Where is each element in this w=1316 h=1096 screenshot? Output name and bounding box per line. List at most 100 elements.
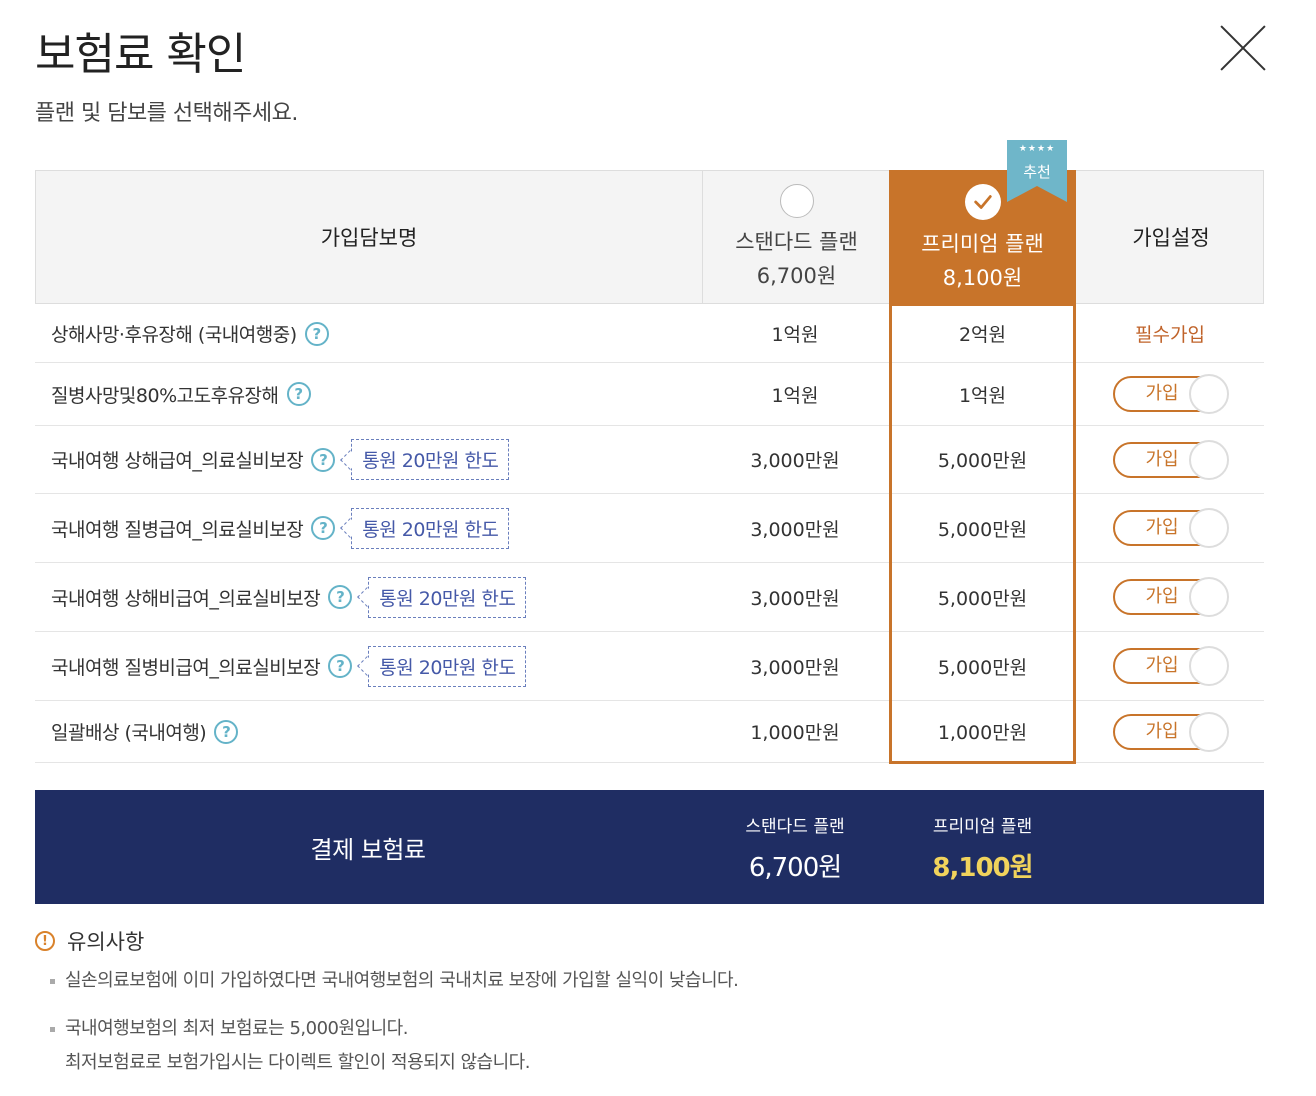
toggle-knob[interactable] [1189,439,1229,480]
help-icon[interactable]: ? [328,585,353,609]
coverage-column-header: 가입담보명 [320,226,418,250]
page-title: 보험료 확인 [35,29,246,80]
notice-title: 유의사항 [67,930,145,954]
coverage-name: 국내여행 상해급여_의료실비보장 [51,450,304,472]
table-row: 상해사망·후유장해 (국내여행중)? 1억원 2억원 필수가입 [35,305,1264,363]
standard-amount: 3,000만원 [750,450,840,472]
standard-amount: 3,000만원 [750,587,840,610]
coverage-name: 질병사망및80%고도후유장해 [51,384,279,407]
notice-text: 최저보험료로 보험가입시는 다이렉트 할인이 적용되지 않습니다. [65,1052,530,1073]
premium-amount: 5,000만원 [937,450,1028,472]
standard-amount: 3,000만원 [750,518,840,541]
enroll-toggle[interactable]: 가입 [1113,711,1229,752]
total-title: 결제 보험료 [310,835,426,864]
total-standard-name: 스탠다드 플랜 [745,817,845,837]
enroll-setting: 가입 [1076,563,1264,631]
enroll-setting: 필수가입 [1076,305,1264,362]
standard-plan-header[interactable]: 스탠다드 플랜 6,700원 [702,171,890,303]
limit-text: 통원 20만원 한도 [351,439,510,480]
coverage-name: 국내여행 질병비급여_의료실비보장 [51,656,321,679]
settings-column-header: 가입설정 [1132,226,1210,250]
table-row: 국내여행 상해급여_의료실비보장? 통원 20만원 한도 3,000만원 5,000만… [35,426,1264,494]
enroll-toggle[interactable]: 가입 [1113,646,1229,686]
toggle-knob[interactable] [1189,577,1229,617]
table-row: 국내여행 질병비급여_의료실비보장? 통원 20만원 한도 3,000만원 5,000… [35,632,1264,701]
enroll-setting: 가입 [1076,701,1264,762]
notice-item: 실손의료보험에 이미 가입하였다면 국내여행보험의 국내치료 보장에 가입할 실… [50,964,739,998]
limit-tooltip: 통원 20만원 한도 [357,645,527,687]
limit-text: 통원 20만원 한도 [368,645,527,687]
premium-plan-name: 프리미엄 플랜 [921,232,1044,256]
help-icon[interactable]: ? [286,382,311,406]
enroll-setting: 가입 [1076,494,1264,562]
bullet-icon [50,978,55,984]
toggle-knob[interactable] [1189,374,1229,414]
limit-tooltip: 통원 20만원 한도 [357,576,527,618]
enroll-toggle[interactable]: 가입 [1113,508,1229,548]
recommend-stars: ★★★★ [1018,144,1056,154]
coverage-name: 상해사망·후유장해 (국내여행중) [51,324,297,346]
warning-icon: ! [35,931,55,951]
table-row: 일괄배상 (국내여행)? 1,000만원 1,000만원 가입 [35,701,1264,763]
premium-amount: 2억원 [958,324,1007,346]
premium-amount: 1,000만원 [937,722,1028,744]
coverage-cell: 질병사망및80%고도후유장해? [51,363,311,425]
coverage-cell: 국내여행 질병급여_의료실비보장? 통원 20만원 한도 [51,494,510,562]
standard-amount: 1,000만원 [750,722,840,744]
limit-tooltip: 통원 20만원 한도 [340,439,510,480]
enroll-setting: 가입 [1076,363,1264,425]
enroll-toggle[interactable]: 가입 [1113,577,1229,617]
help-icon[interactable]: ? [304,321,329,346]
standard-plan-radio[interactable] [779,184,814,218]
total-standard: 스탠다드 플랜 6,700원 [701,812,889,884]
toggle-knob[interactable] [1189,711,1229,752]
required-label: 필수가입 [1135,324,1205,346]
table-header: 가입담보명 스탠다드 플랜 6,700원 가입설정 [35,170,1264,304]
help-icon[interactable]: ? [328,654,353,678]
premium-amount: 5,000만원 [937,518,1028,541]
coverage-cell: 국내여행 상해비급여_의료실비보장? 통원 20만원 한도 [51,563,527,631]
standard-amount: 1억원 [771,324,819,346]
enroll-toggle[interactable]: 가입 [1113,439,1229,480]
help-icon[interactable]: ? [311,447,336,472]
coverage-cell: 국내여행 질병비급여_의료실비보장? 통원 20만원 한도 [51,632,527,700]
notice-text: 실손의료보험에 이미 가입하였다면 국내여행보험의 국내치료 보장에 가입할 실… [65,970,739,991]
coverage-name: 국내여행 상해비급여_의료실비보장 [51,587,321,610]
table-row: 국내여행 상해비급여_의료실비보장? 통원 20만원 한도 3,000만원 5,000… [35,563,1264,632]
premium-amount: 5,000만원 [937,587,1028,610]
coverage-name: 일괄배상 (국내여행) [51,722,207,744]
total-premium: 프리미엄 플랜 8,100원 [889,812,1076,884]
limit-text: 통원 20만원 한도 [351,507,510,549]
limit-tooltip: 통원 20만원 한도 [340,507,510,549]
help-icon[interactable]: ? [311,516,336,540]
bullet-icon [50,1026,55,1032]
standard-plan-name: 스탠다드 플랜 [735,230,858,254]
recommend-badge: 추천 [1023,163,1051,181]
enroll-setting: 가입 [1076,426,1264,493]
premium-plan-check-icon[interactable] [964,184,1001,220]
standard-amount: 3,000만원 [750,656,840,679]
premium-plan-price: 8,100원 [942,266,1023,290]
total-premium-bar: 결제 보험료 스탠다드 플랜 6,700원 프리미엄 플랜 8,100원 [35,790,1264,904]
close-icon[interactable] [1220,25,1266,71]
coverage-cell: 국내여행 상해급여_의료실비보장? 통원 20만원 한도 [51,426,510,493]
enroll-toggle[interactable]: 가입 [1113,374,1229,414]
page-subtitle: 플랜 및 담보를 선택해주세요. [35,101,298,126]
standard-plan-price: 6,700원 [756,264,837,288]
limit-text: 통원 20만원 한도 [368,576,527,618]
coverage-cell: 상해사망·후유장해 (국내여행중)? [51,305,329,362]
total-standard-price: 6,700원 [748,853,842,883]
notice-item: 국내여행보험의 최저 보험료는 5,000원입니다. 최저보험료로 보험가입시는… [50,1012,530,1080]
enroll-setting: 가입 [1076,632,1264,700]
total-premium-price: 8,100원 [932,853,1033,883]
premium-amount: 5,000만원 [937,656,1028,679]
notice-text: 국내여행보험의 최저 보험료는 5,000원입니다. [65,1018,408,1039]
coverage-cell: 일괄배상 (국내여행)? [51,701,239,762]
table-row: 질병사망및80%고도후유장해? 1억원 1억원 가입 [35,363,1264,426]
notice-heading: ! 유의사항 [35,926,144,956]
toggle-knob[interactable] [1189,646,1229,686]
table-row: 국내여행 질병급여_의료실비보장? 통원 20만원 한도 3,000만원 5,000만… [35,494,1264,563]
standard-amount: 1억원 [771,384,819,407]
help-icon[interactable]: ? [214,719,239,744]
toggle-knob[interactable] [1189,508,1229,548]
